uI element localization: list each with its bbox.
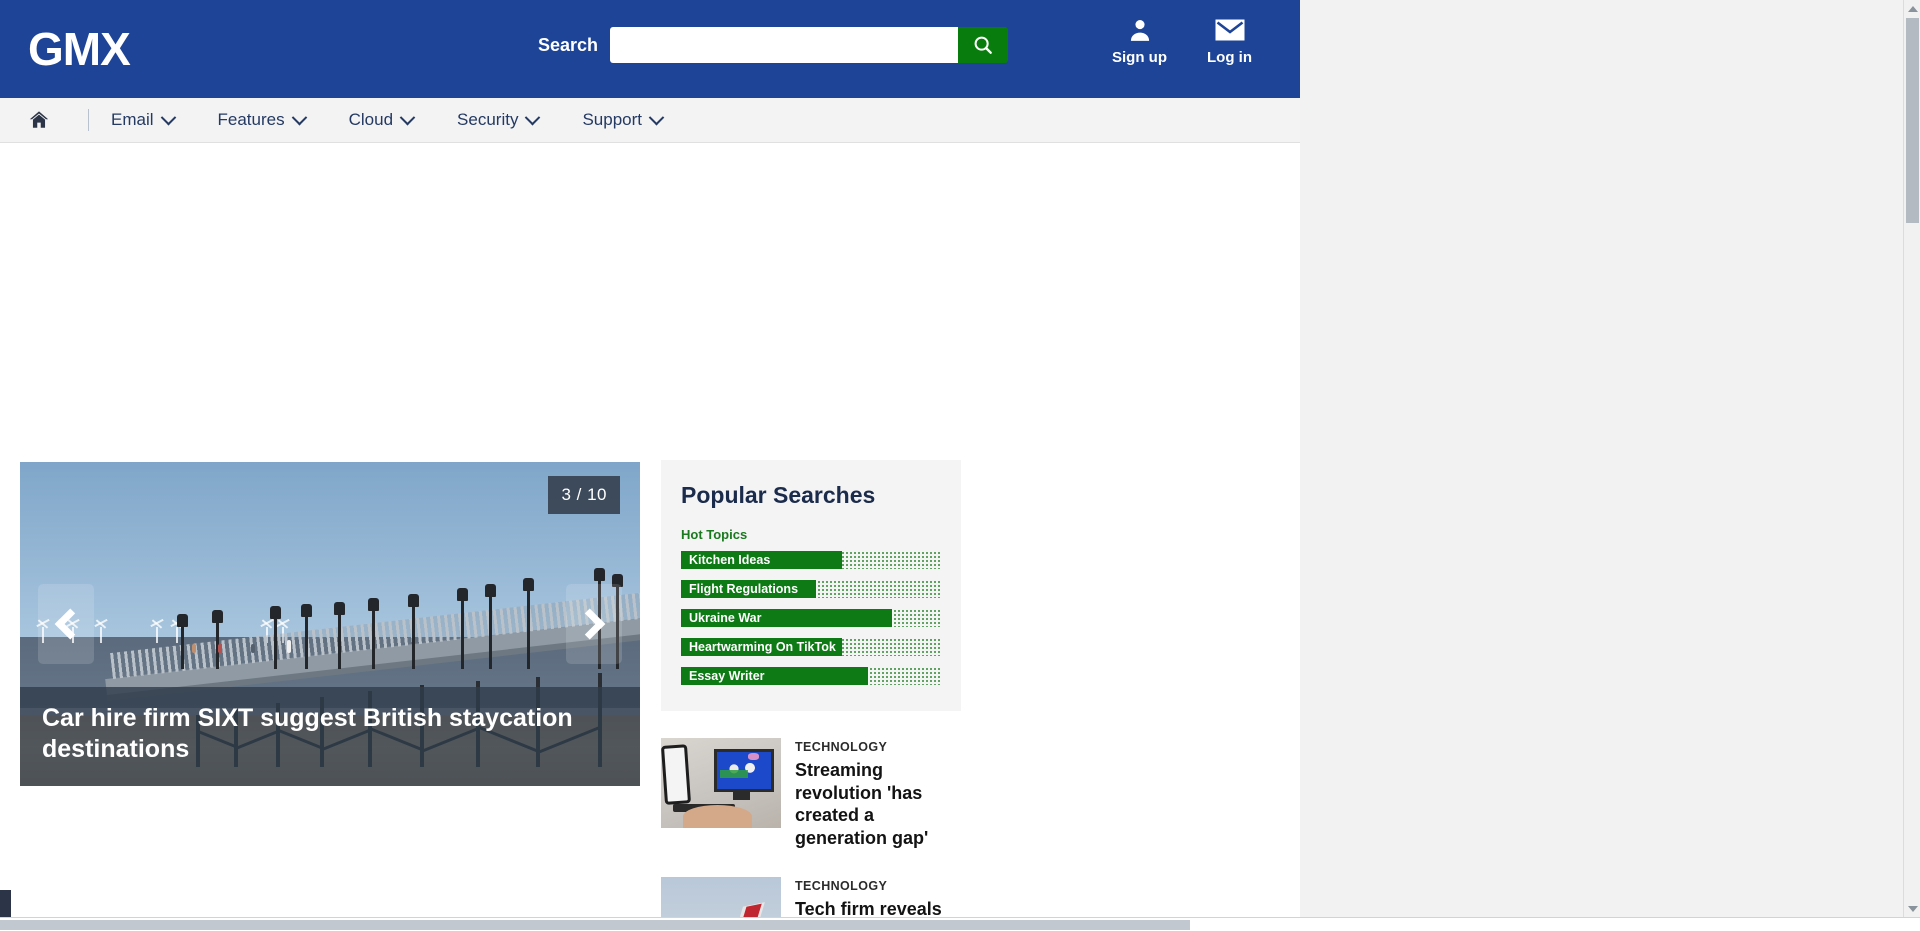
gmx-logo[interactable]: GMX (28, 26, 131, 72)
topic-row[interactable]: Essay Writer (681, 667, 941, 685)
topic-label: Flight Regulations (689, 582, 799, 596)
user-icon (1127, 16, 1153, 44)
nav-label-email: Email (111, 110, 154, 129)
chevron-down-icon (399, 109, 416, 125)
article-title[interactable]: Tech firm reveals plan to end baggage cr… (795, 898, 961, 917)
article-thumbnail (661, 738, 781, 828)
topic-label: Kitchen Ideas (689, 553, 771, 567)
article-card[interactable]: TECHNOLOGY Streaming revolution 'has cre… (661, 738, 961, 850)
nav-item-security[interactable]: Security (457, 109, 541, 130)
scroll-down-button[interactable] (1904, 900, 1920, 917)
article-kicker: TECHNOLOGY (795, 878, 888, 893)
search-area: Search (538, 27, 1009, 63)
main-navigation: Email Features Cloud Security Support (0, 98, 1300, 143)
search-input[interactable] (610, 27, 959, 63)
popular-searches-panel: Popular Searches Hot Topics Kitchen Idea… (661, 460, 961, 711)
nav-label-security: Security (457, 110, 519, 129)
topic-row[interactable]: Kitchen Ideas (681, 551, 941, 569)
horizontal-scrollbar-thumb[interactable] (0, 920, 1190, 930)
nav-label-features: Features (217, 110, 285, 129)
chevron-down-icon (160, 109, 176, 125)
topic-row[interactable]: Heartwarming On TikTok (681, 638, 941, 656)
topic-row[interactable]: Ukraine War (681, 609, 941, 627)
page-corner-marker (0, 890, 11, 917)
search-submit-button[interactable] (958, 27, 1009, 63)
sign-up-button[interactable]: Sign up (1112, 16, 1167, 66)
home-icon[interactable] (24, 105, 54, 135)
page-content: 3 / 10 Car hire firm SIXT suggest Britis… (0, 143, 1300, 917)
chevron-down-icon (525, 109, 541, 125)
chevron-left-icon (54, 608, 86, 640)
topic-label: Essay Writer (689, 669, 765, 683)
magnifier-icon (974, 36, 992, 54)
nav-divider (88, 109, 89, 131)
nav-label-cloud: Cloud (348, 110, 394, 129)
scroll-up-button[interactable] (1904, 0, 1920, 17)
nav-item-cloud[interactable]: Cloud (348, 109, 416, 130)
vertical-scrollbar[interactable] (1903, 0, 1920, 917)
right-rail: Popular Searches Hot Topics Kitchen Idea… (661, 460, 961, 917)
sign-up-label: Sign up (1112, 49, 1167, 66)
site-masthead: GMX Search Sign up Log in (0, 0, 1300, 98)
article-card[interactable]: TECHNOLOGY Tech firm reveals plan to end… (661, 876, 961, 917)
nav-item-features[interactable]: Features (217, 109, 307, 130)
nav-item-support[interactable]: Support (582, 109, 665, 130)
nav-item-email[interactable]: Email (111, 109, 176, 130)
chevron-down-icon (291, 109, 307, 125)
carousel-prev-button[interactable] (38, 584, 94, 664)
log-in-button[interactable]: Log in (1207, 16, 1252, 66)
triangle-down-icon (1907, 905, 1918, 912)
search-box (610, 27, 1009, 63)
envelope-icon (1215, 16, 1245, 44)
hot-topics-label: Hot Topics (681, 527, 748, 542)
article-body: TECHNOLOGY Tech firm reveals plan to end… (795, 877, 961, 917)
log-in-label: Log in (1207, 49, 1252, 66)
gmx-homepage: GMX Search Sign up Log in Email Features… (0, 0, 1300, 917)
carousel-counter: 3 / 10 (548, 476, 620, 514)
article-body: TECHNOLOGY Streaming revolution 'has cre… (795, 738, 961, 850)
popular-searches-title: Popular Searches (681, 482, 876, 508)
chevron-down-icon (648, 109, 665, 125)
hero-carousel[interactable]: 3 / 10 Car hire firm SIXT suggest Britis… (20, 462, 640, 786)
carousel-next-button[interactable] (566, 584, 622, 664)
topic-label: Heartwarming On TikTok (689, 640, 836, 654)
article-kicker: TECHNOLOGY (795, 740, 888, 754)
triangle-up-icon (1907, 5, 1918, 12)
topic-row[interactable]: Flight Regulations (681, 580, 941, 598)
topic-label: Ukraine War (689, 611, 762, 625)
browser-viewport: GMX Search Sign up Log in Email Features… (0, 0, 1920, 931)
horizontal-scrollbar[interactable] (0, 917, 1920, 931)
chevron-right-icon (574, 608, 606, 640)
account-actions: Sign up Log in (1112, 16, 1252, 66)
nav-label-support: Support (582, 110, 642, 129)
hero-headline[interactable]: Car hire firm SIXT suggest British stayc… (20, 686, 640, 786)
vertical-scrollbar-thumb[interactable] (1906, 18, 1919, 223)
article-thumbnail (661, 876, 781, 917)
article-title[interactable]: Streaming revolution 'has created a gene… (795, 759, 961, 850)
search-label: Search (538, 34, 599, 55)
